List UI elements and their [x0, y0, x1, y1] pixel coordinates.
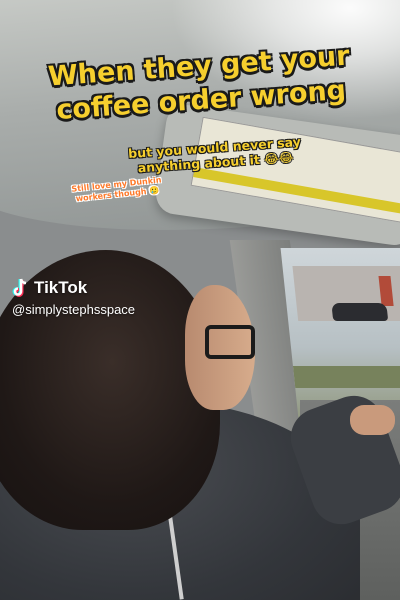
parked-car: [331, 303, 389, 321]
tiktok-logo-icon: [12, 278, 30, 298]
grass-strip: [292, 366, 400, 388]
tiktok-watermark: TikTok: [12, 278, 87, 298]
eyeglasses: [205, 325, 255, 359]
tiktok-brand-label: TikTok: [34, 278, 88, 297]
creator-handle: @simplystephsspace: [12, 302, 136, 317]
person-hand: [350, 405, 395, 435]
